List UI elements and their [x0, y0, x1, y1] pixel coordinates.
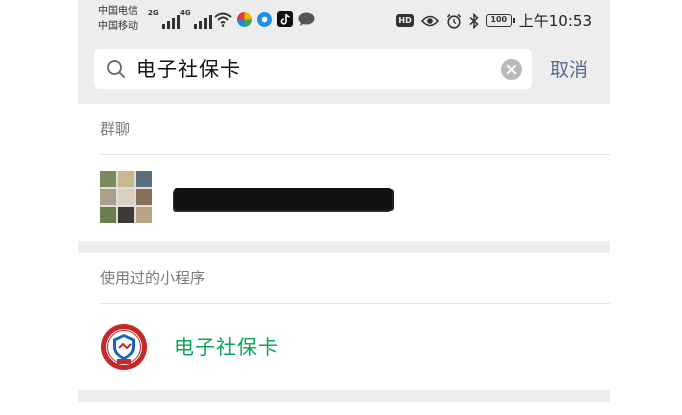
message-icon: [298, 12, 315, 26]
social-security-logo-icon: [101, 324, 147, 370]
notification-icons: [214, 11, 315, 27]
section-title-group-chat: 群聊: [100, 120, 131, 138]
battery-icon: 100: [485, 14, 515, 27]
eye-icon: [420, 15, 439, 26]
hd-badge: HD: [396, 14, 414, 27]
mini-program-name: 电子社保卡: [174, 335, 279, 359]
status-bar: 中国电信 中国移动 2G 4G HD 100 上午10:53: [78, 0, 610, 42]
carrier-labels: 中国电信 中国移动: [98, 4, 138, 34]
wifi-icon: [214, 12, 232, 27]
group-avatar: [100, 171, 152, 223]
phone-screen: 中国电信 中国移动 2G 4G HD 100 上午10:53 电子社保卡 取消 …: [78, 0, 610, 415]
clock: 上午10:53: [518, 12, 592, 30]
carrier-1: 中国电信: [98, 6, 138, 17]
cancel-button[interactable]: 取消: [550, 57, 588, 83]
alarm-icon: [446, 13, 461, 29]
signal-icon-2: 4G: [180, 9, 212, 29]
mini-program-section: 使用过的小程序 电子社保卡: [78, 253, 610, 390]
group-chat-section: 群聊: [78, 104, 610, 241]
next-section: [78, 402, 610, 415]
search-icon: [107, 60, 125, 78]
status-right: HD 100 上午10:53: [396, 10, 592, 31]
bluetooth-icon: [469, 12, 479, 29]
divider: [100, 303, 610, 304]
signal-icon-1: 2G: [148, 9, 180, 29]
tiktok-icon: [277, 11, 293, 27]
clear-icon[interactable]: [501, 59, 522, 80]
battery-level: 100: [487, 16, 510, 25]
search-input[interactable]: 电子社保卡: [136, 49, 241, 89]
search-field[interactable]: 电子社保卡: [94, 49, 532, 89]
carrier-2: 中国移动: [98, 21, 138, 32]
search-bar: 电子社保卡 取消: [78, 42, 610, 98]
divider: [100, 154, 610, 155]
redacted-group-name: [174, 188, 392, 210]
section-title-mini-programs: 使用过的小程序: [100, 269, 206, 287]
app-notification-icon-1: [237, 11, 252, 27]
app-notification-icon-2: [257, 11, 272, 27]
